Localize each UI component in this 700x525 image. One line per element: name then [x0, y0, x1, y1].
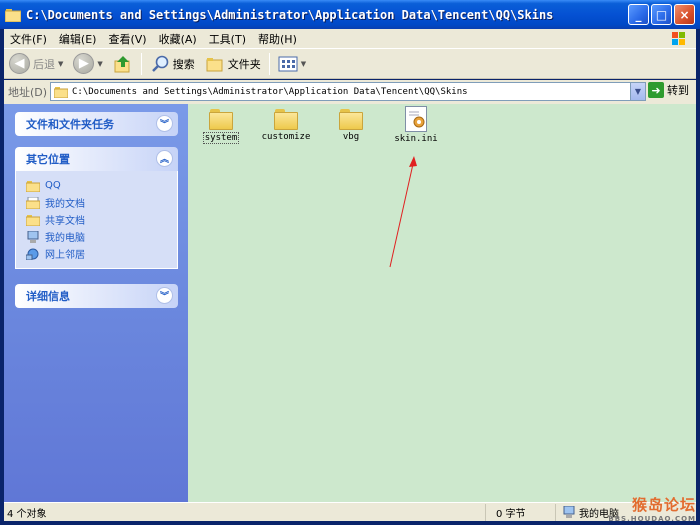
file-folder-tasks-header[interactable]: 文件和文件夹任务 ︾ [15, 112, 178, 136]
menu-bar: 文件(F) 编辑(E) 查看(V) 收藏(A) 工具(T) 帮助(H) [4, 29, 696, 49]
place-my-documents[interactable]: 我的文档 [26, 194, 177, 211]
menu-view[interactable]: 查看(V) [102, 31, 152, 47]
other-places-title: 其它位置 [26, 153, 70, 166]
file-name: customize [261, 132, 311, 142]
other-places-panel: 其它位置 ︽ QQ 我的文档 共享文档 我的电脑 网上邻居 [15, 147, 178, 269]
ini-file-icon [405, 106, 427, 132]
folders-button[interactable]: 文件夹 [200, 51, 266, 77]
title-bar[interactable]: C:\Documents and Settings\Administrator\… [0, 0, 700, 29]
folder-icon [26, 180, 40, 192]
maximize-button[interactable]: □ [651, 4, 672, 25]
search-button[interactable]: 搜索 [145, 51, 200, 77]
toolbar-separator [140, 52, 142, 75]
place-label: 我的文档 [45, 199, 85, 210]
details-title: 详细信息 [26, 290, 70, 303]
menu-favorites[interactable]: 收藏(A) [153, 31, 203, 47]
watermark-main: 猴岛论坛 [631, 496, 696, 514]
place-network[interactable]: 网上邻居 [26, 245, 177, 262]
menu-tools[interactable]: 工具(T) [203, 31, 252, 47]
toolbar: ◀ 后退 ▼ ▶ ▼ 搜索 文件夹 ▼ [4, 49, 696, 79]
place-label: 网上邻居 [45, 250, 85, 261]
my-documents-icon [26, 196, 40, 209]
up-folder-button[interactable] [108, 51, 138, 77]
views-button[interactable]: ▼ [273, 51, 311, 77]
search-icon [151, 55, 169, 72]
collapse-chevron-icon[interactable]: ︽ [156, 150, 173, 167]
folder-icon [26, 214, 40, 226]
network-icon [26, 248, 39, 260]
annotation-arrow [389, 156, 417, 268]
computer-icon [27, 230, 39, 243]
address-dropdown-icon[interactable]: ▼ [630, 83, 645, 100]
go-label: 转到 [667, 84, 689, 97]
go-arrow-icon: ➜ [648, 82, 664, 98]
file-item-system[interactable]: system [191, 108, 251, 144]
expand-chevron-icon[interactable]: ︾ [156, 115, 173, 132]
watermark-sub: BBS.HOUDAO.COM [608, 515, 696, 523]
file-item-customize[interactable]: customize [256, 108, 316, 142]
other-places-list: QQ 我的文档 共享文档 我的电脑 网上邻居 [15, 171, 178, 269]
search-label: 搜索 [172, 57, 195, 71]
folder-icon [54, 86, 68, 98]
address-input[interactable]: C:\Documents and Settings\Administrator\… [50, 82, 646, 101]
windows-logo-icon [668, 30, 690, 48]
details-header[interactable]: 详细信息 ︾ [15, 284, 178, 308]
folders-label: 文件夹 [227, 57, 261, 71]
address-bar: 地址(D) C:\Documents and Settings\Administ… [4, 80, 696, 104]
expand-chevron-icon[interactable]: ︾ [156, 287, 173, 304]
address-path: C:\Documents and Settings\Administrator\… [72, 86, 468, 97]
up-folder-icon [114, 55, 130, 72]
status-object-count: 4 个对象 [4, 503, 486, 521]
place-label: 共享文档 [45, 216, 85, 227]
views-icon [278, 56, 298, 71]
file-item-vbg[interactable]: vbg [321, 108, 381, 142]
folder-icon [273, 108, 299, 130]
details-panel: 详细信息 ︾ [15, 284, 178, 308]
forward-button[interactable]: ▶ ▼ [68, 51, 107, 77]
back-arrow-icon: ◀ [9, 53, 30, 74]
close-button[interactable]: × [674, 4, 695, 25]
other-places-header[interactable]: 其它位置 ︽ [15, 147, 178, 171]
status-bar: 4 个对象 0 字节 我的电脑 [4, 502, 696, 521]
file-folder-tasks-panel: 文件和文件夹任务 ︾ [15, 112, 178, 136]
menu-edit[interactable]: 编辑(E) [53, 31, 103, 47]
toolbar-separator [268, 52, 270, 75]
folder-icon [338, 108, 364, 130]
place-label: 我的电脑 [45, 233, 85, 244]
back-dropdown-icon[interactable]: ▼ [58, 60, 63, 68]
go-button[interactable]: ➜ 转到 [648, 82, 689, 98]
folder-icon [208, 108, 234, 130]
minimize-button[interactable]: _ [628, 4, 649, 25]
menu-file[interactable]: 文件(F) [4, 31, 53, 47]
file-name: system [202, 132, 240, 144]
folders-icon [206, 57, 223, 71]
file-name: skin.ini [394, 134, 438, 144]
file-list-area[interactable]: system customize vbg skin.ini [188, 104, 696, 502]
file-name: vbg [342, 132, 360, 142]
file-item-skin-ini[interactable]: skin.ini [386, 106, 446, 144]
status-size: 0 字节 [486, 503, 556, 521]
place-label: QQ [45, 180, 61, 191]
back-label: 后退 [33, 57, 55, 71]
back-button[interactable]: ◀ 后退 ▼ [4, 51, 68, 77]
computer-icon [563, 506, 575, 518]
place-my-computer[interactable]: 我的电脑 [26, 228, 177, 245]
views-dropdown-icon[interactable]: ▼ [301, 60, 306, 68]
folder-icon [4, 8, 22, 22]
place-shared-documents[interactable]: 共享文档 [26, 211, 177, 228]
window-title: C:\Documents and Settings\Administrator\… [26, 7, 554, 22]
place-qq[interactable]: QQ [26, 177, 177, 194]
file-folder-tasks-title: 文件和文件夹任务 [26, 118, 114, 131]
menu-help[interactable]: 帮助(H) [252, 31, 303, 47]
forward-arrow-icon: ▶ [73, 53, 95, 74]
watermark: 猴岛论坛 BBS.HOUDAO.COM [608, 494, 696, 523]
forward-dropdown-icon[interactable]: ▼ [97, 60, 102, 68]
address-label: 地址(D) [8, 86, 48, 99]
task-pane: 文件和文件夹任务 ︾ 其它位置 ︽ QQ 我的文档 共享文档 我的电脑 网上邻居… [4, 104, 188, 502]
